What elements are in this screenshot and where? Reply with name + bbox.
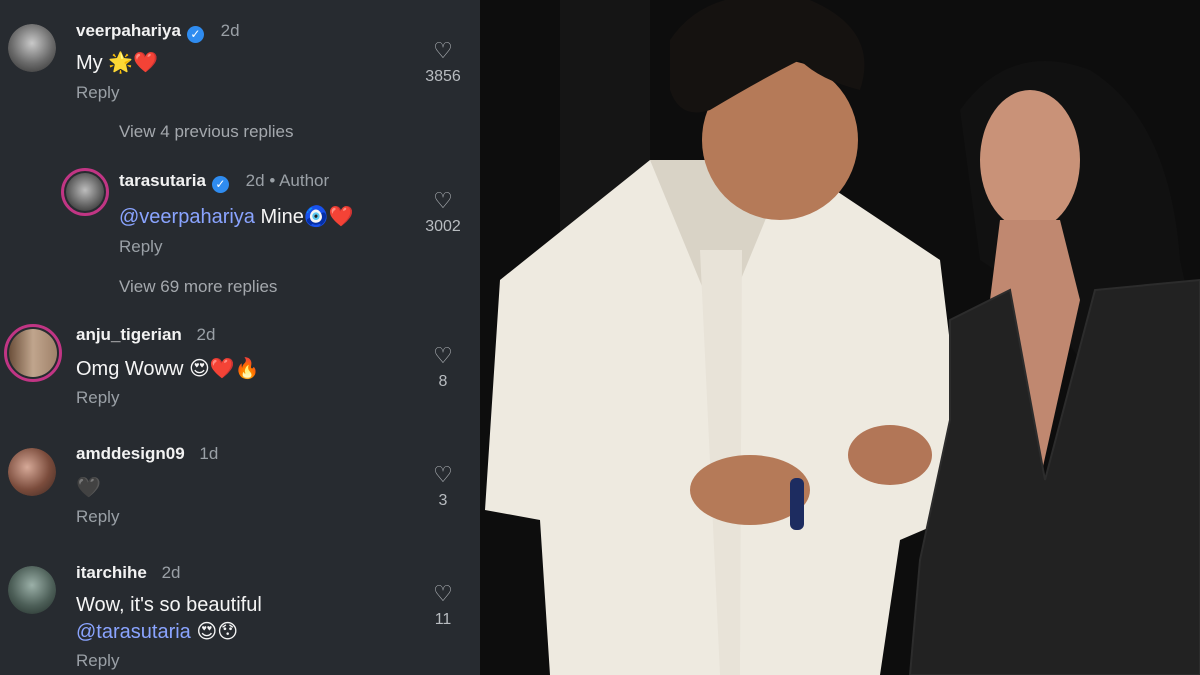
- comment-time: 2d: [161, 563, 181, 582]
- like-control[interactable]: ♡ 8: [413, 345, 473, 391]
- heart-outline-icon[interactable]: ♡: [413, 583, 473, 605]
- like-count: 11: [434, 611, 452, 628]
- comment-time: 2d: [245, 171, 265, 190]
- reply-button[interactable]: Reply: [76, 388, 119, 408]
- like-control[interactable]: ♡ 11: [413, 583, 473, 629]
- comment-time: 2d: [220, 21, 240, 40]
- like-count: 8: [438, 373, 448, 390]
- comment-text: Omg Woww 😍❤️🔥: [76, 358, 260, 380]
- avatar[interactable]: [8, 24, 56, 72]
- like-control[interactable]: ♡ 3856: [413, 40, 473, 86]
- comment-text: My 🌟❤️: [76, 52, 159, 74]
- couple-photo: [480, 0, 1200, 675]
- reply-button[interactable]: Reply: [76, 83, 119, 103]
- mention-link[interactable]: @tarasutaria: [76, 621, 191, 643]
- comments-panel: veerpahariya ✓ 2d My 🌟❤️ Reply ♡ 3856 Vie…: [0, 0, 480, 675]
- heart-outline-icon[interactable]: ♡: [413, 190, 473, 212]
- avatar[interactable]: [4, 324, 62, 382]
- like-count: 3002: [425, 218, 461, 235]
- author-dot: •: [269, 171, 280, 190]
- username[interactable]: tarasutaria: [119, 171, 206, 190]
- avatar[interactable]: [8, 448, 56, 496]
- comment-text: Mine🧿❤️: [260, 206, 354, 228]
- verified-badge-icon: ✓: [186, 26, 204, 43]
- comment-text: 🖤: [76, 477, 101, 499]
- heart-outline-icon[interactable]: ♡: [413, 345, 473, 367]
- view-more-replies[interactable]: View 69 more replies: [119, 277, 277, 297]
- heart-outline-icon[interactable]: ♡: [413, 464, 473, 486]
- comment-text: Wow, it's so beautiful: [76, 594, 262, 616]
- avatar[interactable]: [61, 168, 109, 216]
- comment-time: 2d: [196, 325, 216, 344]
- mention-link[interactable]: @veerpahariya: [119, 206, 255, 228]
- username[interactable]: anju_tigerian: [76, 325, 182, 344]
- photo-illustration: [480, 0, 1200, 675]
- like-count: 3856: [425, 68, 461, 85]
- like-count: 3: [438, 492, 448, 509]
- author-tag: Author: [279, 171, 330, 190]
- username[interactable]: amddesign09: [76, 444, 185, 463]
- comment-time: 1d: [199, 444, 219, 463]
- verified-badge-icon: ✓: [211, 176, 229, 193]
- username[interactable]: itarchihe: [76, 563, 147, 582]
- avatar[interactable]: [8, 566, 56, 614]
- reply-button[interactable]: Reply: [76, 507, 119, 527]
- reply-button[interactable]: Reply: [119, 237, 162, 257]
- comment-emoji: 😍😯: [196, 621, 239, 643]
- like-control[interactable]: ♡ 3: [413, 464, 473, 510]
- view-previous-replies[interactable]: View 4 previous replies: [119, 122, 294, 142]
- heart-outline-icon[interactable]: ♡: [413, 40, 473, 62]
- username[interactable]: veerpahariya: [76, 21, 181, 40]
- like-control[interactable]: ♡ 3002: [413, 190, 473, 236]
- reply-button[interactable]: Reply: [76, 651, 119, 671]
